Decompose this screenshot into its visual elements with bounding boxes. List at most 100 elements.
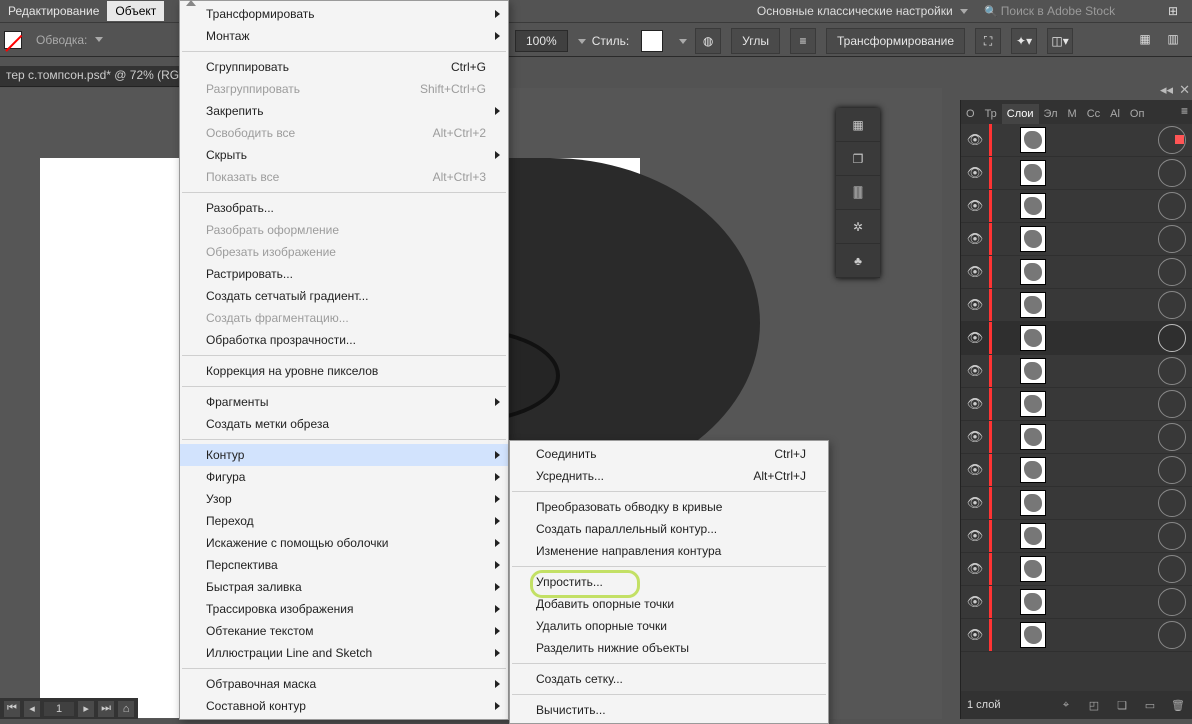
menu-object[interactable]: Объект <box>107 1 164 21</box>
menu-item[interactable]: Быстрая заливка <box>180 576 508 598</box>
target-icon[interactable] <box>1158 390 1186 418</box>
panel-tab-оп[interactable]: Оп <box>1125 104 1150 124</box>
menu-item[interactable]: Составной контур <box>180 695 508 717</box>
menu-item[interactable]: Коррекция на уровне пикселов <box>180 360 508 382</box>
make-clipping-mask-icon[interactable]: ◰ <box>1086 699 1102 712</box>
target-icon[interactable] <box>1158 291 1186 319</box>
layer-thumbnail[interactable] <box>1020 325 1046 351</box>
menu-item[interactable]: Перспектива <box>180 554 508 576</box>
layer-row[interactable]: 👁 <box>961 388 1192 421</box>
panel-icon-symbols[interactable]: ♣ <box>836 244 880 278</box>
delete-layer-icon[interactable]: 🗑 <box>1170 699 1186 712</box>
panel-tab-слои[interactable]: Слои <box>1002 104 1039 124</box>
layer-thumbnail[interactable] <box>1020 226 1046 252</box>
layer-row[interactable]: 👁 <box>961 157 1192 190</box>
layer-thumbnail[interactable] <box>1020 391 1046 417</box>
layer-thumbnail[interactable] <box>1020 358 1046 384</box>
target-icon[interactable] <box>1158 258 1186 286</box>
menu-item[interactable]: Упростить... <box>510 571 828 593</box>
menu-item[interactable]: Добавить опорные точки <box>510 593 828 615</box>
menu-item[interactable]: Искажение с помощью оболочки <box>180 532 508 554</box>
pager-nav-icon[interactable]: ⌂ <box>118 701 134 717</box>
panel-tab-al[interactable]: Al <box>1105 104 1125 124</box>
style-caret[interactable] <box>679 39 687 44</box>
stroke-menu-caret[interactable] <box>95 37 103 42</box>
panel-tab-эл[interactable]: Эл <box>1039 104 1063 124</box>
corners-button[interactable]: Углы <box>731 28 780 54</box>
opacity-icon[interactable]: ◍ <box>695 28 721 54</box>
visibility-toggle-icon[interactable]: 👁 <box>961 363 989 379</box>
layer-thumbnail[interactable] <box>1020 424 1046 450</box>
menu-item[interactable]: Разделить нижние объекты <box>510 637 828 659</box>
visibility-toggle-icon[interactable]: 👁 <box>961 396 989 412</box>
new-sublayer-icon[interactable]: ❏ <box>1114 699 1130 712</box>
layer-thumbnail[interactable] <box>1020 457 1046 483</box>
panel-collapse-icon[interactable]: ◂◂ <box>1160 82 1173 98</box>
layer-row[interactable]: 👁 <box>961 421 1192 454</box>
menu-item[interactable]: Создать параллельный контур... <box>510 518 828 540</box>
new-layer-icon[interactable]: ▭ <box>1142 699 1158 712</box>
target-icon[interactable] <box>1158 324 1186 352</box>
visibility-toggle-icon[interactable]: 👁 <box>961 264 989 280</box>
panel-tab-сс[interactable]: Сс <box>1082 104 1105 124</box>
menu-item[interactable]: Растрировать... <box>180 263 508 285</box>
grid-icon[interactable]: ▦ <box>1132 27 1158 51</box>
pager-last-icon[interactable]: ⏭ <box>98 701 114 717</box>
layer-thumbnail[interactable] <box>1020 523 1046 549</box>
target-icon[interactable] <box>1158 192 1186 220</box>
visibility-toggle-icon[interactable]: 👁 <box>961 132 989 148</box>
layer-row[interactable]: 👁 <box>961 553 1192 586</box>
visibility-toggle-icon[interactable]: 👁 <box>961 165 989 181</box>
visibility-toggle-icon[interactable]: 👁 <box>961 330 989 346</box>
align-icon[interactable]: ≡ <box>790 28 816 54</box>
layer-row[interactable]: 👁 <box>961 223 1192 256</box>
visibility-toggle-icon[interactable]: 👁 <box>961 297 989 313</box>
target-icon[interactable] <box>1158 357 1186 385</box>
visibility-toggle-icon[interactable]: 👁 <box>961 594 989 610</box>
layer-row[interactable]: 👁 <box>961 586 1192 619</box>
zoom-caret[interactable] <box>578 39 586 44</box>
workspace-switcher[interactable]: Основные классические настройки <box>757 4 968 18</box>
menu-item[interactable]: Создать сетку... <box>510 668 828 690</box>
menu-item[interactable]: СоединитьCtrl+J <box>510 443 828 465</box>
menu-item[interactable]: Скрыть <box>180 144 508 166</box>
menu-item[interactable]: Монтаж <box>180 25 508 47</box>
layer-thumbnail[interactable] <box>1020 259 1046 285</box>
menu-item[interactable]: Фигура <box>180 466 508 488</box>
visibility-toggle-icon[interactable]: 👁 <box>961 627 989 643</box>
menu-item[interactable]: Переход <box>180 510 508 532</box>
pager-first-icon[interactable]: ⏮ <box>4 701 20 717</box>
pager-current[interactable]: 1 <box>44 702 74 716</box>
menu-item[interactable]: Обтравочная маска <box>180 673 508 695</box>
menu-item[interactable]: Узор <box>180 488 508 510</box>
layer-thumbnail[interactable] <box>1020 622 1046 648</box>
pager-prev-icon[interactable]: ◂ <box>24 701 40 717</box>
menu-item[interactable]: Трассировка изображения <box>180 598 508 620</box>
menu-item[interactable]: Обтекание текстом <box>180 620 508 642</box>
menu-item[interactable]: Усреднить...Alt+Ctrl+J <box>510 465 828 487</box>
visibility-toggle-icon[interactable]: 👁 <box>961 429 989 445</box>
target-icon[interactable] <box>1158 159 1186 187</box>
isolate-icon[interactable]: ◫▾ <box>1047 28 1073 54</box>
panel-tab-м[interactable]: М <box>1063 104 1082 124</box>
menu-item[interactable]: Вычистить... <box>510 699 828 721</box>
perspective-icon[interactable]: ▥ <box>1160 27 1186 51</box>
transform-button[interactable]: Трансформирование <box>826 28 965 54</box>
floating-panel-strip[interactable]: ▦ ❐ 🀫 ✲ ♣ <box>836 108 880 278</box>
layer-thumbnail[interactable] <box>1020 556 1046 582</box>
layer-row[interactable]: 👁 <box>961 256 1192 289</box>
visibility-toggle-icon[interactable]: 👁 <box>961 495 989 511</box>
layer-thumbnail[interactable] <box>1020 160 1046 186</box>
layer-thumbnail[interactable] <box>1020 193 1046 219</box>
menu-item[interactable]: Разобрать... <box>180 197 508 219</box>
layer-row[interactable]: 👁 <box>961 487 1192 520</box>
target-icon[interactable] <box>1158 489 1186 517</box>
transform-again-icon[interactable]: ✦▾ <box>1011 28 1037 54</box>
menu-item[interactable]: Трансформировать <box>180 3 508 25</box>
panel-icon-artboards[interactable]: ❐ <box>836 142 880 176</box>
layer-row[interactable]: 👁 <box>961 190 1192 223</box>
layers-list[interactable]: 👁👁👁👁👁👁👁👁👁👁👁👁👁👁👁👁 <box>961 124 1192 685</box>
document-tab[interactable]: тер с.томпсон.psd* @ 72% (RGB <box>0 66 193 87</box>
zoom-value[interactable]: 100% <box>515 30 568 52</box>
menu-item[interactable]: Удалить опорные точки <box>510 615 828 637</box>
